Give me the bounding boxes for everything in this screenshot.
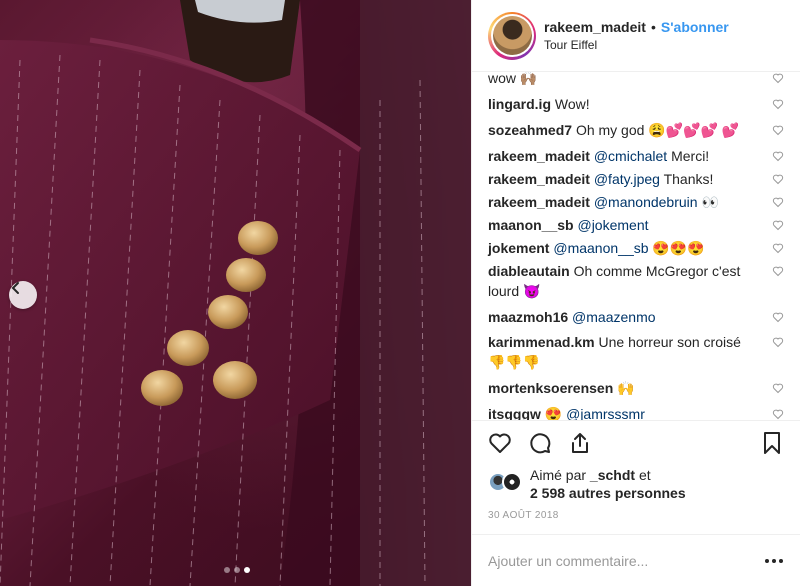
- chevron-left-icon: [11, 282, 19, 294]
- comment: rakeem_madeit @faty.jpeg Thanks!: [488, 169, 784, 189]
- comment-username[interactable]: rakeem_madeit: [488, 171, 590, 187]
- comment-like-icon[interactable]: [772, 336, 784, 348]
- more-dots-icon: [765, 558, 783, 563]
- comment-text: Thanks!: [663, 171, 714, 187]
- comment-mention[interactable]: @manondebruin: [594, 194, 698, 210]
- comment-like-icon[interactable]: [772, 408, 784, 420]
- comment-username[interactable]: rakeem_madeit: [488, 148, 590, 164]
- comment-username[interactable]: mortenksoerensen: [488, 380, 613, 396]
- comment-mention[interactable]: @cmichalet: [594, 148, 667, 164]
- comment: karimmenad.km Une horreur son croisé 👎👎👎: [488, 332, 784, 372]
- comment-text: wow 🙌🏽: [488, 72, 538, 86]
- likes-summary: Aimé par _schdt et 2 598 autres personne…: [472, 466, 800, 506]
- comment: diableautain Oh comme McGregor c'est lou…: [488, 261, 784, 301]
- comment-mention[interactable]: @faty.jpeg: [594, 171, 660, 187]
- photo-illustration: [0, 0, 471, 586]
- avatar: [502, 472, 522, 492]
- comment-username[interactable]: sozeahmed7: [488, 122, 572, 138]
- likes-suffix: et: [638, 467, 651, 483]
- comment-username[interactable]: maanon__sb: [488, 217, 574, 233]
- comment-like-icon[interactable]: [772, 173, 784, 185]
- comment-username[interactable]: maazmoh16: [488, 309, 568, 325]
- comment: rakeem_madeit @manondebruin 👀: [488, 192, 784, 212]
- more-options-button[interactable]: [764, 558, 784, 564]
- comments-list[interactable]: wow 🙌🏽 lingard.ig Wow! sozeahmed7 Oh my …: [472, 72, 800, 420]
- comment-text: Merci!: [671, 148, 710, 164]
- instagram-post: rakeem_madeit • S'abonner Tour Eiffel wo…: [0, 0, 800, 586]
- post-side-panel: rakeem_madeit • S'abonner Tour Eiffel wo…: [471, 0, 800, 586]
- liker-avatars[interactable]: [488, 472, 524, 492]
- share-button[interactable]: [568, 431, 592, 455]
- comment-username[interactable]: jokement: [488, 240, 549, 256]
- comment-username[interactable]: lingard.ig: [488, 96, 551, 112]
- post-photo: [0, 0, 471, 586]
- comment-text: 😍: [544, 406, 563, 420]
- comment-text: 👀: [701, 194, 719, 210]
- heart-icon: [489, 433, 511, 453]
- comment: mortenksoerensen 🙌: [488, 378, 784, 398]
- comment-icon: [530, 432, 551, 453]
- previous-photo-button[interactable]: [9, 281, 37, 309]
- author-username[interactable]: rakeem_madeit: [544, 19, 646, 35]
- comment-mention[interactable]: @maazenmo: [572, 309, 655, 325]
- comment-like-icon[interactable]: [772, 98, 784, 110]
- share-icon: [572, 432, 588, 453]
- post-date[interactable]: 30 AOÛT 2018: [472, 510, 800, 534]
- comment: jokement @maanon__sb 😍😍😍: [488, 238, 784, 258]
- comment-button[interactable]: [528, 431, 552, 455]
- carousel-indicator: [224, 567, 250, 573]
- post-header: rakeem_madeit • S'abonner Tour Eiffel: [472, 0, 800, 72]
- comment-text: 😍😍😍: [652, 240, 705, 256]
- comment-like-icon[interactable]: [772, 242, 784, 254]
- comment-username[interactable]: diableautain: [488, 263, 570, 279]
- avatar[interactable]: [488, 11, 536, 60]
- comment: sozeahmed7 Oh my god 😩💕💕💕 💕: [488, 120, 784, 140]
- carousel-dot-active: [244, 567, 250, 573]
- comment-like-icon[interactable]: [772, 265, 784, 277]
- carousel-dot: [224, 567, 230, 573]
- follow-button[interactable]: S'abonner: [661, 19, 729, 35]
- add-comment-bar: [472, 534, 800, 586]
- location-link[interactable]: Tour Eiffel: [544, 38, 729, 52]
- comment: lingard.ig Wow!: [488, 94, 784, 114]
- carousel-dot: [234, 567, 240, 573]
- comment-like-icon[interactable]: [772, 124, 784, 136]
- comment-username[interactable]: karimmenad.km: [488, 334, 595, 350]
- comment-mention[interactable]: @jokement: [577, 217, 648, 233]
- comment-text: Wow!: [554, 96, 590, 112]
- comment: maazmoh16 @maazenmo: [488, 307, 784, 327]
- comment: maanon__sb @jokement: [488, 215, 784, 235]
- comment-mention[interactable]: @jamrsssmr: [566, 406, 645, 420]
- comment-like-icon[interactable]: [772, 196, 784, 208]
- comment: rakeem_madeit @cmichalet Merci!: [488, 146, 784, 166]
- likes-count-link[interactable]: 2 598 autres personnes: [530, 485, 686, 501]
- bookmark-icon: [764, 431, 780, 454]
- like-button[interactable]: [488, 431, 512, 455]
- likes-prefix: Aimé par: [530, 467, 587, 483]
- comment: wow 🙌🏽: [488, 72, 784, 88]
- comment-like-icon[interactable]: [772, 382, 784, 394]
- comment-like-icon[interactable]: [772, 72, 784, 84]
- comment-username[interactable]: itsgggw: [488, 406, 541, 420]
- comment-like-icon[interactable]: [772, 219, 784, 231]
- comment-like-icon[interactable]: [772, 311, 784, 323]
- action-bar: [472, 420, 800, 464]
- comment-text: 🙌: [617, 380, 635, 396]
- comment-username[interactable]: rakeem_madeit: [488, 194, 590, 210]
- comment-mention[interactable]: @maanon__sb: [553, 240, 648, 256]
- save-button[interactable]: [760, 431, 784, 455]
- separator: •: [650, 19, 656, 35]
- comment-text: Oh my god 😩💕💕💕 💕: [575, 122, 740, 138]
- liker-username[interactable]: _schdt: [590, 467, 635, 483]
- comment-like-icon[interactable]: [772, 150, 784, 162]
- avatar-image: [492, 16, 532, 55]
- comment-input[interactable]: [488, 552, 764, 569]
- comment: itsgggw 😍 @jamrsssmr: [488, 404, 784, 420]
